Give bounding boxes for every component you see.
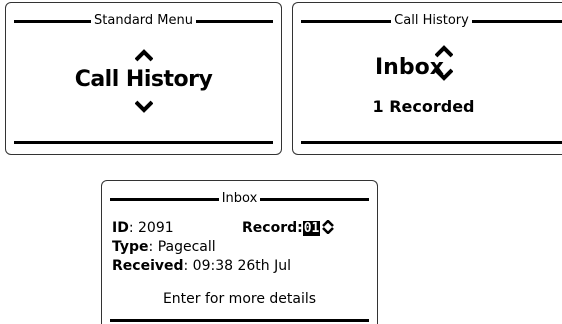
standard-menu-header: Standard Menu bbox=[14, 13, 273, 29]
header-rule bbox=[110, 197, 219, 201]
inbox-header: Inbox bbox=[110, 191, 370, 207]
chevron-up-icon[interactable] bbox=[135, 45, 153, 63]
received-label: Received bbox=[112, 258, 184, 274]
call-history-header: Call History bbox=[301, 13, 562, 29]
type-value: : Pagecall bbox=[148, 239, 216, 255]
type-label: Type bbox=[112, 239, 149, 255]
received-value: : 09:38 26th Jul bbox=[183, 258, 291, 274]
header-rule bbox=[195, 19, 273, 23]
up-down-arrow-icon[interactable] bbox=[322, 220, 335, 234]
call-history-screen: Call History Inbox 1 Recorded bbox=[292, 2, 562, 155]
record-selector[interactable]: Record:01 bbox=[242, 219, 335, 237]
standard-menu-screen: Standard Menu Call History bbox=[5, 2, 282, 155]
id-label: ID bbox=[112, 220, 129, 236]
menu-item-call-history[interactable]: Call History bbox=[6, 67, 281, 92]
record-label: Record bbox=[242, 220, 298, 236]
footer-rule bbox=[110, 319, 369, 322]
chevron-down-icon[interactable] bbox=[135, 99, 153, 117]
header-rule bbox=[301, 19, 392, 23]
footer-rule bbox=[301, 141, 562, 144]
call-history-title: Call History bbox=[394, 13, 469, 28]
id-row: ID: 2091 bbox=[112, 219, 174, 237]
footer-rule bbox=[14, 141, 273, 144]
header-rule bbox=[14, 19, 92, 23]
details-hint: Enter for more details bbox=[162, 291, 317, 307]
header-rule bbox=[471, 19, 562, 23]
chevron-down-icon[interactable] bbox=[435, 67, 453, 85]
menu-item-inbox[interactable]: Inbox bbox=[375, 55, 444, 80]
record-value[interactable]: 01 bbox=[302, 221, 321, 236]
recorded-count: 1 Recorded bbox=[372, 97, 475, 116]
standard-menu-title: Standard Menu bbox=[94, 13, 193, 28]
inbox-title: Inbox bbox=[221, 191, 258, 206]
id-value: : 2091 bbox=[128, 220, 174, 236]
type-row: Type: Pagecall bbox=[112, 238, 216, 256]
inbox-screen: Inbox ID: 2091 Record:01 Type: Pagecall … bbox=[101, 180, 378, 324]
header-rule bbox=[260, 197, 370, 201]
received-row: Received: 09:38 26th Jul bbox=[112, 257, 291, 275]
chevron-up-icon[interactable] bbox=[435, 41, 453, 59]
